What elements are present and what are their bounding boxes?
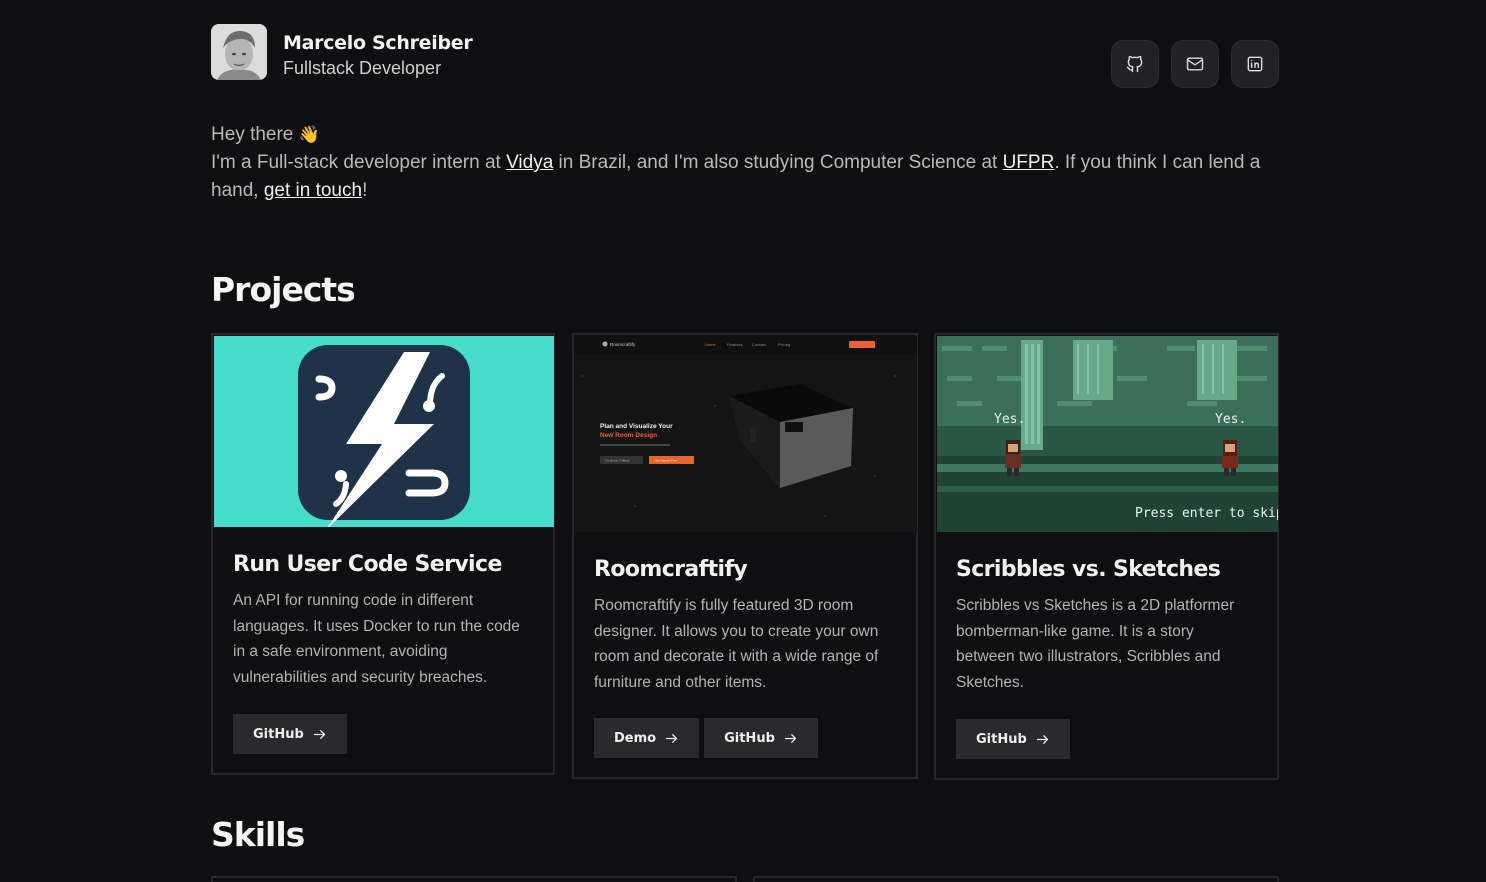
roomcraftify-preview-image: Roomcraftify Home Features Contact Prici… — [575, 336, 917, 532]
contact-link[interactable]: get in touch — [264, 180, 362, 201]
greeting: Hey there — [211, 124, 294, 145]
mail-icon — [1186, 57, 1204, 71]
arrow-right-icon — [313, 729, 325, 739]
button-label: GitHub — [253, 726, 304, 742]
project-title: Scribbles vs. Sketches — [956, 557, 1221, 582]
arrow-right-icon — [784, 733, 796, 743]
project-actions: GitHub — [233, 714, 347, 754]
intro-text-part: I'm a Full-stack developer intern at — [211, 152, 507, 173]
preview-headline: Plan and Visualize Your — [600, 423, 673, 430]
scribbles-vs-sketches-preview-image: Yes. Yes. Press enter to skip... — [937, 336, 1278, 532]
button-label: Demo — [614, 730, 657, 746]
arrow-right-icon — [1036, 734, 1048, 744]
project-title: Roomcraftify — [594, 557, 748, 582]
wave-emoji: 👋 — [298, 125, 320, 144]
preview-brand: Roomcraftify — [610, 342, 636, 347]
email-link-button[interactable] — [1171, 40, 1219, 88]
speech-bubble-right: Yes. — [1215, 412, 1246, 427]
linkedin-link-button[interactable] — [1231, 40, 1279, 88]
avatar — [211, 24, 267, 80]
project-actions: GitHub — [956, 719, 1070, 759]
preview-headline-accent: New Room Design — [600, 432, 657, 439]
project-description: Scribbles vs Sketches is a 2D platformer… — [956, 597, 1235, 691]
vidya-link[interactable]: Vidya — [506, 152, 553, 173]
skill-card — [753, 876, 1279, 882]
skill-card — [211, 876, 737, 882]
intro-paragraph: I'm a Full-stack developer intern at Vid… — [211, 149, 1279, 205]
project-card: Run User Code Service An API for running… — [211, 333, 555, 775]
project-description: An API for running code in different lan… — [233, 592, 520, 686]
intro-text: Hey there 👋 I'm a Full-stack developer i… — [211, 121, 1279, 205]
profile-name: Marcelo Schreiber — [283, 32, 473, 54]
project-card: Roomcraftify Home Features Contact Prici… — [572, 333, 918, 779]
preview-nav-item: Home — [705, 342, 716, 347]
github-button[interactable]: GitHub — [233, 714, 347, 754]
intro-text-part: ! — [362, 180, 368, 201]
project-card: Yes. Yes. Press enter to skip... Scribbl… — [934, 333, 1279, 780]
github-link-button[interactable] — [1111, 40, 1159, 88]
arrow-right-icon — [665, 733, 678, 743]
profile-role: Fullstack Developer — [283, 58, 442, 78]
button-label: GitHub — [976, 731, 1027, 747]
skills-heading: Skills — [211, 815, 305, 854]
preview-cta: Try Demo / Github — [605, 459, 630, 463]
github-icon — [1126, 55, 1143, 73]
preview-nav-item: Contact — [752, 342, 767, 347]
github-button[interactable]: GitHub — [956, 719, 1070, 759]
header: Marcelo Schreiber Fullstack Developer — [211, 24, 1279, 88]
button-label: GitHub — [724, 730, 775, 746]
ufpr-link[interactable]: UFPR — [1003, 152, 1055, 173]
run-user-code-logo-image — [214, 336, 554, 527]
linkedin-icon — [1247, 56, 1263, 72]
github-button[interactable]: GitHub — [704, 718, 818, 758]
demo-button[interactable]: Demo — [594, 718, 700, 758]
project-actions: Demo GitHub — [594, 718, 818, 758]
greeting-line: Hey there 👋 — [211, 121, 1279, 149]
skip-prompt: Press enter to skip... — [1135, 506, 1278, 521]
project-description: Roomcraftify is fully featured 3D room d… — [594, 597, 879, 691]
social-links — [1111, 40, 1279, 88]
preview-cta: Get Started Free — [655, 459, 678, 463]
speech-bubble-left: Yes. — [994, 412, 1025, 427]
project-title: Run User Code Service — [233, 552, 502, 577]
preview-nav-item: Features — [727, 342, 743, 347]
projects-heading: Projects — [211, 270, 356, 309]
preview-nav-item: Pricing — [778, 342, 790, 347]
intro-text-part: in Brazil, and I'm also studying Compute… — [553, 152, 1003, 173]
